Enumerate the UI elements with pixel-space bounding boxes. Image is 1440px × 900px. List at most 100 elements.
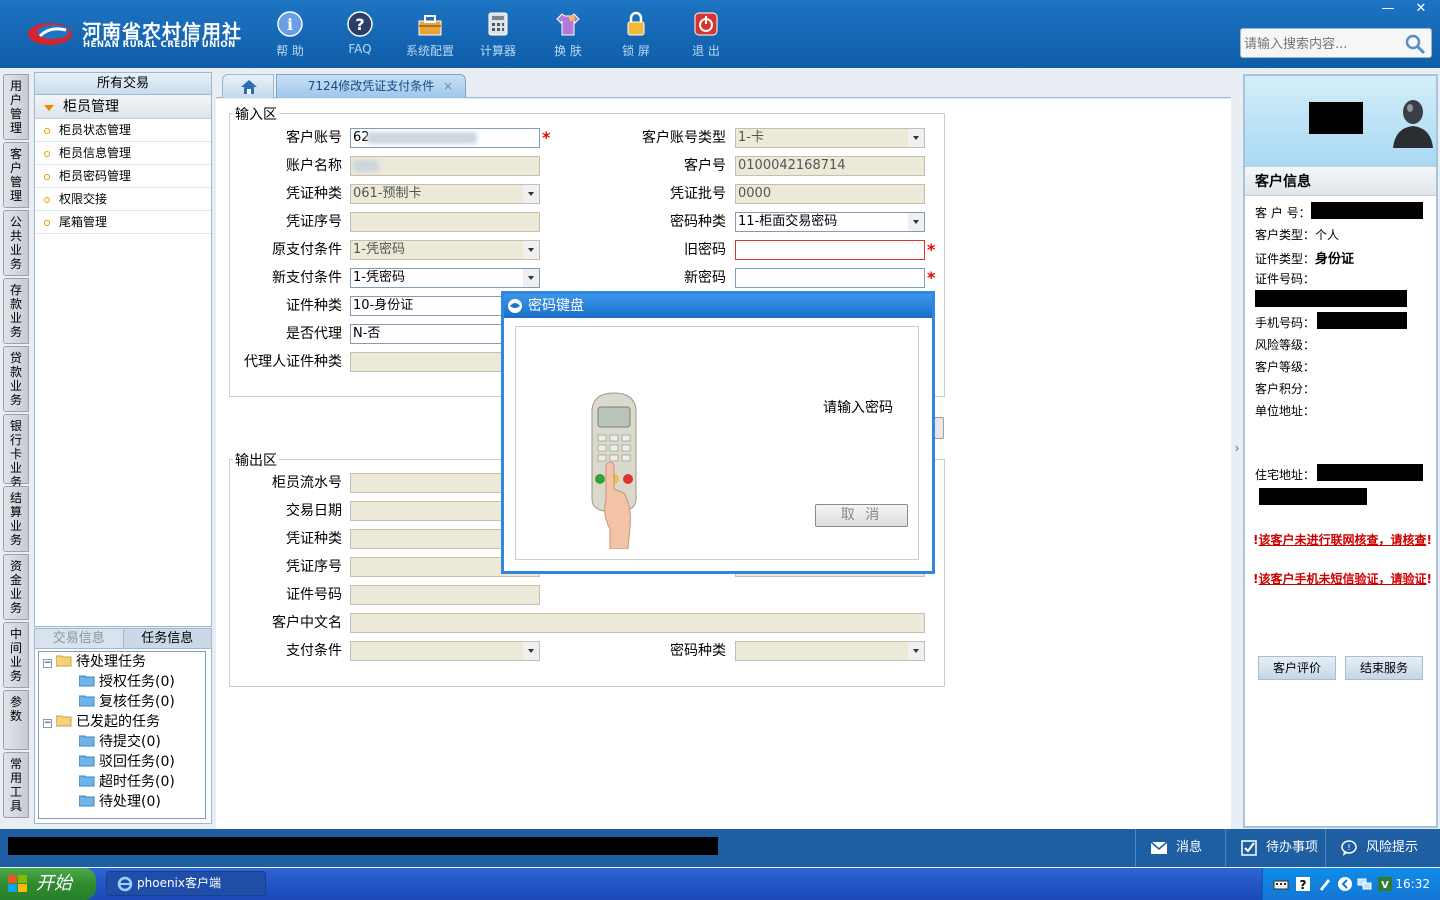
chevron-down-icon[interactable] — [523, 241, 539, 259]
vtab-intermediate-business[interactable]: 中间业务 — [3, 622, 29, 688]
id-number-label: 证件号码 — [286, 587, 342, 603]
home-tab[interactable] — [222, 74, 274, 98]
vtab-user-management[interactable]: 用户管理 — [3, 74, 29, 140]
id-number-label: 证件号码： — [1255, 272, 1316, 286]
chevron-down-icon[interactable] — [908, 213, 924, 231]
search-icon[interactable] — [1403, 32, 1427, 56]
out-voucher-seq-label: 凭证序号 — [286, 559, 342, 575]
new-payment-condition-select[interactable]: 1-凭密码 — [350, 268, 540, 288]
new-password-input[interactable] — [735, 268, 925, 288]
tree-node-initiated[interactable]: − 已发起的任务 — [43, 712, 160, 732]
vtab-common-tools[interactable]: 常用工具 — [3, 752, 29, 818]
voucher-seq-input[interactable] — [350, 212, 540, 232]
nav-item-permission-handover[interactable]: 权限交接 — [35, 188, 211, 211]
pen-icon[interactable] — [1317, 876, 1333, 892]
nav-header[interactable]: 所有交易 — [35, 73, 211, 95]
old-password-input[interactable] — [735, 240, 925, 260]
keyboard-icon[interactable] — [1273, 876, 1289, 892]
account-name-input[interactable] — [350, 156, 540, 176]
tree-node-pending[interactable]: − 待处理任务 — [43, 652, 146, 672]
faq-button[interactable]: ? FAQ — [330, 8, 390, 60]
faq-label: FAQ — [348, 42, 372, 56]
end-service-button[interactable]: 结束服务 — [1345, 656, 1423, 680]
out-password-type-output — [735, 641, 925, 661]
collapse-icon[interactable]: − — [43, 659, 52, 668]
cancel-button[interactable]: 取 消 — [815, 504, 908, 527]
folder-icon — [79, 675, 95, 687]
password-type-label: 密码种类 — [670, 214, 726, 230]
collapse-icon[interactable]: − — [43, 719, 52, 728]
volume-icon[interactable]: V — [1377, 876, 1393, 892]
minimize-button[interactable]: — — [1372, 0, 1404, 20]
tab-task-info[interactable]: 任务信息 — [122, 629, 211, 648]
nav-item-teller-password[interactable]: 柜员密码管理 — [35, 165, 211, 188]
account-type-select[interactable]: 1-卡 — [735, 128, 925, 148]
calculator-button[interactable]: 计算器 — [468, 8, 528, 60]
old-payment-condition-select[interactable]: 1-凭密码 — [350, 240, 540, 260]
account-no-input[interactable]: 62 — [350, 128, 540, 148]
vtab-public-business[interactable]: 公共业务 — [3, 210, 29, 276]
tree-node-rejected[interactable]: 驳回任务(0) — [79, 752, 175, 772]
calculator-label: 计算器 — [479, 44, 516, 58]
change-skin-button[interactable]: 换 肤 — [538, 8, 598, 60]
nav-item-teller-status[interactable]: 柜员状态管理 — [35, 119, 211, 142]
customer-no-input[interactable]: 0100042168714 — [735, 156, 925, 176]
risk-alert-button[interactable]: ! 风险提示 — [1325, 829, 1440, 867]
voucher-type-select[interactable]: 061-预制卡 — [350, 184, 540, 204]
bullet-icon — [44, 151, 50, 157]
vtab-fund-business[interactable]: 资金业务 — [3, 554, 29, 620]
close-tab-icon[interactable]: × — [443, 75, 453, 97]
vtab-settlement-business[interactable]: 结算业务 — [3, 486, 29, 552]
tab-transaction-info[interactable]: 交易信息 — [35, 629, 123, 648]
customer-rating-button[interactable]: 客户评价 — [1258, 656, 1336, 680]
exit-button[interactable]: 退 出 — [676, 8, 736, 60]
chevron-down-icon[interactable] — [523, 269, 539, 287]
folder-icon — [79, 795, 95, 807]
taskbar-item-phoenix[interactable]: phoenix客户端 — [106, 871, 266, 896]
password-type-select[interactable]: 11-柜面交易密码 — [735, 212, 925, 232]
tree-node-to-process[interactable]: 待处理(0) — [79, 792, 161, 812]
help-button[interactable]: i 帮 助 — [260, 8, 320, 60]
messages-button[interactable]: 消息 — [1135, 829, 1225, 867]
todo-button[interactable]: 待办事项 — [1225, 829, 1325, 867]
vtab-bank-card-business[interactable]: 银行卡业务 — [3, 414, 29, 489]
toolbox-icon — [418, 15, 442, 36]
tree-node-review[interactable]: 复核任务(0) — [79, 692, 175, 712]
phone-label: 手机号码： — [1255, 316, 1316, 330]
id-type-row: 证件类型：身份证 — [1255, 248, 1354, 267]
tree-node-to-submit[interactable]: 待提交(0) — [79, 732, 161, 752]
tree-node-auth[interactable]: 授权任务(0) — [79, 672, 175, 692]
vtab-loan-business[interactable]: 贷款业务 — [3, 346, 29, 412]
warning-network-verify[interactable]: !该客户未进行联网核查，请核查! — [1253, 531, 1433, 550]
network-icon[interactable] — [1357, 876, 1373, 892]
nav-item-tail-box[interactable]: 尾箱管理 — [35, 211, 211, 234]
system-config-button[interactable]: 系统配置 — [400, 8, 460, 60]
vtab-customer-management[interactable]: 客户管理 — [3, 142, 29, 208]
collapse-right-panel-button[interactable]: › — [1232, 428, 1242, 468]
search-input[interactable] — [1244, 34, 1404, 54]
vtab-parameters[interactable]: 参数 — [3, 690, 29, 750]
user-avatar-icon — [1393, 100, 1433, 148]
submit-button-partial[interactable] — [934, 417, 944, 439]
vtab-deposit-business[interactable]: 存款业务 — [3, 278, 29, 344]
chevron-down-icon[interactable] — [523, 185, 539, 203]
tab-7124-modify-payment-condition[interactable]: 7124修改凭证支付条件 × — [276, 74, 466, 98]
help-tray-icon[interactable]: ? — [1295, 876, 1311, 892]
old-payment-condition-label: 原支付条件 — [272, 242, 342, 258]
lock-screen-button[interactable]: 锁 屏 — [606, 8, 666, 60]
home-icon — [241, 80, 257, 94]
account-name-label: 账户名称 — [286, 158, 342, 174]
nav-group-teller-management[interactable]: 柜员管理 — [35, 95, 211, 119]
voucher-batch-input[interactable]: 0000 — [735, 184, 925, 204]
close-window-button[interactable]: ✕ — [1405, 0, 1437, 20]
chevron-down-icon[interactable] — [908, 129, 924, 147]
chevron-left-icon[interactable] — [1337, 876, 1353, 892]
nav-group-label: 柜员管理 — [63, 99, 119, 115]
warning-sms-verify-link[interactable]: 该客户手机未短信验证，请验证 — [1258, 572, 1426, 586]
nav-item-teller-info[interactable]: 柜员信息管理 — [35, 142, 211, 165]
start-button[interactable]: 开始 — [0, 868, 96, 900]
main-tab-strip: 7124修改凭证支付条件 × — [216, 72, 1231, 98]
warning-sms-verify[interactable]: !该客户手机未短信验证，请验证! — [1253, 570, 1433, 589]
warning-network-verify-link[interactable]: 该客户未进行联网核查，请核查 — [1258, 533, 1426, 547]
tree-node-timeout[interactable]: 超时任务(0) — [79, 772, 175, 792]
